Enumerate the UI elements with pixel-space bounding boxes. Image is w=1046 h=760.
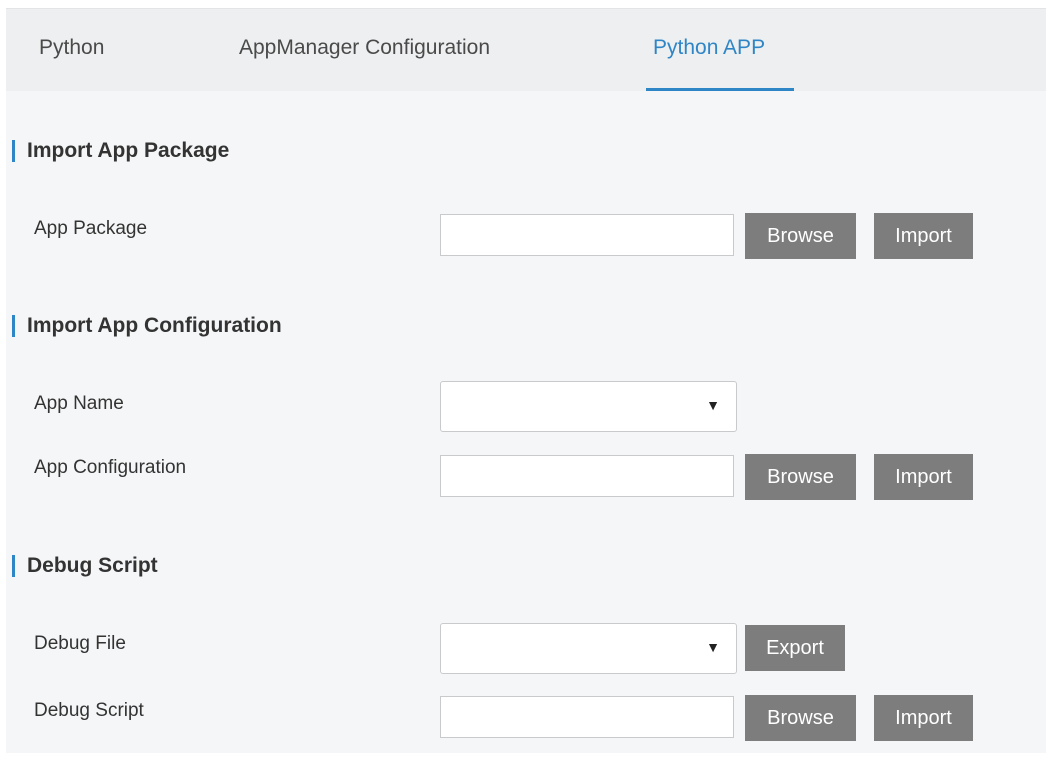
tab-python-app[interactable]: Python APP [653, 36, 765, 60]
app-package-file-field[interactable] [440, 214, 734, 256]
debug-file-select[interactable]: ▼ [440, 623, 737, 674]
section-title-import-app-package: Import App Package [12, 140, 229, 162]
tab-appmanager-configuration[interactable]: AppManager Configuration [239, 36, 490, 60]
chevron-down-icon: ▼ [706, 397, 720, 413]
app-configuration-browse-button[interactable]: Browse [745, 454, 856, 500]
app-configuration-label: App Configuration [34, 457, 187, 478]
app-package-label: App Package [34, 218, 148, 239]
section-title-debug-script: Debug Script [12, 555, 158, 577]
app-package-import-button[interactable]: Import [874, 213, 973, 259]
debug-script-import-button[interactable]: Import [874, 695, 973, 741]
debug-script-browse-button[interactable]: Browse [745, 695, 856, 741]
tab-python[interactable]: Python [39, 36, 104, 60]
debug-file-label: Debug File [34, 633, 126, 654]
python-app-panel: Python AppManager Configuration Python A… [6, 8, 1046, 753]
chevron-down-icon: ▼ [706, 639, 720, 655]
app-configuration-file-field[interactable] [440, 455, 734, 497]
section-title-import-app-configuration: Import App Configuration [12, 315, 282, 337]
debug-script-label: Debug Script [34, 700, 144, 721]
debug-script-file-field[interactable] [440, 696, 734, 738]
app-package-browse-button[interactable]: Browse [745, 213, 856, 259]
app-name-label: App Name [34, 393, 124, 414]
app-name-select[interactable]: ▼ [440, 381, 737, 432]
active-tab-indicator [646, 88, 794, 91]
tab-bar: Python AppManager Configuration Python A… [6, 8, 1046, 91]
debug-file-export-button[interactable]: Export [745, 625, 845, 671]
app-configuration-import-button[interactable]: Import [874, 454, 973, 500]
